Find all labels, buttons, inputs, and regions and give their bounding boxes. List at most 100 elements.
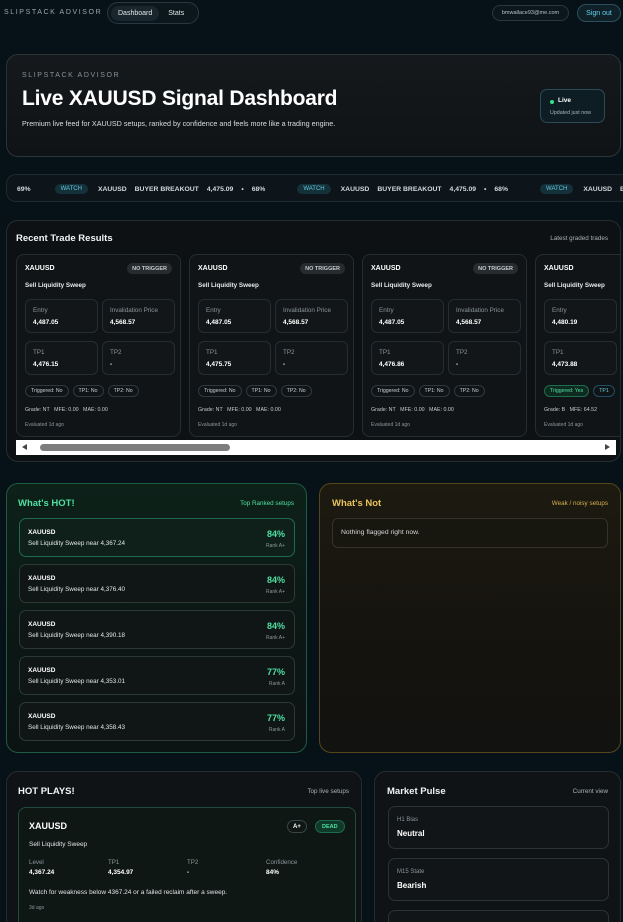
- tp2-chip: TP2: No: [280, 385, 312, 397]
- ticker-price: 4,475.09: [449, 185, 477, 193]
- ticker-track: 69% WATCH XAUUSD BUYER BREAKOUT 4,475.09…: [17, 175, 623, 201]
- ticker-symbol: XAUUSD: [340, 185, 370, 193]
- nav-tab-stats[interactable]: Stats: [161, 6, 191, 21]
- stat-value: -: [283, 361, 286, 368]
- stat-label: Entry: [379, 307, 394, 314]
- ticker-lead-pct: 69%: [17, 185, 31, 193]
- ticker-type: BUYER BREAKOUT: [134, 185, 199, 193]
- hot-list-item[interactable]: XAUUSD Sell Liquidity Sweep near 4,376.4…: [19, 564, 295, 603]
- hot-symbol: XAUUSD: [28, 713, 56, 720]
- ticker-lead: 69%: [17, 186, 55, 193]
- horizontal-scrollbar[interactable]: [16, 440, 616, 455]
- section-meta: Weak / noisy setups: [551, 500, 608, 507]
- play-setup: Sell Liquidity Sweep: [29, 841, 88, 848]
- grade-text: Grade: B: [544, 407, 566, 413]
- section-title: What's HOT!: [18, 498, 75, 509]
- trade-symbol: XAUUSD: [25, 265, 55, 272]
- hot-rank: Rank A+: [265, 589, 285, 595]
- hot-symbol: XAUUSD: [28, 667, 56, 674]
- stat-value: -: [456, 361, 459, 368]
- ticker-price: 4,475.09: [206, 185, 234, 193]
- market-pulse-panel: Market Pulse Current view H1 Bias Neutra…: [374, 771, 621, 922]
- hot-list-item[interactable]: XAUUSD Sell Liquidity Sweep near 4,358.4…: [19, 702, 295, 741]
- scroll-thumb[interactable]: [40, 444, 230, 451]
- field-value: 4,354.97: [108, 869, 134, 876]
- stat-value: -: [110, 361, 113, 368]
- stat-value: 4,475.75: [206, 361, 232, 368]
- section-meta: Top Ranked setups: [240, 500, 294, 507]
- field-label: TP2: [187, 859, 199, 866]
- live-status-box: Live Updated just now: [540, 89, 605, 123]
- stat-label: Entry: [206, 307, 221, 314]
- mfe-value: 0.00: [241, 407, 252, 413]
- scroll-left-arrow-icon[interactable]: [22, 444, 27, 450]
- stat-label: Invalidation Price: [283, 307, 331, 314]
- stat-label: TP2: [110, 349, 122, 356]
- hero-subtitle: Premium live feed for XAUUSD setups, ran…: [22, 119, 336, 128]
- status-badge: NO TRIGGER: [300, 263, 345, 274]
- entry-stat: Entry 4,480.19: [544, 299, 617, 333]
- play-card[interactable]: XAUUSD A+ DEAD Sell Liquidity Sweep Leve…: [18, 807, 356, 922]
- trade-symbol: XAUUSD: [371, 265, 401, 272]
- stat-label: TP1: [33, 349, 45, 356]
- sign-out-button[interactable]: Sign out: [577, 4, 621, 22]
- field-value: -: [187, 869, 190, 876]
- invalidation-stat: Invalidation Price 4,568.57: [275, 299, 348, 333]
- trade-card-row[interactable]: XAUUSD NO TRIGGER Sell Liquidity Sweep E…: [16, 254, 620, 438]
- trade-setup: Sell Liquidity Sweep: [198, 282, 259, 289]
- main-nav: Dashboard Stats: [107, 2, 199, 24]
- brand-logo[interactable]: SLIPSTACK ADVISOR: [4, 9, 102, 16]
- grade-text: Grade: NT: [371, 407, 396, 413]
- hot-rank: Rank A+: [265, 543, 285, 549]
- hot-list-item[interactable]: XAUUSD Sell Liquidity Sweep near 4,367.2…: [19, 518, 295, 557]
- hot-confidence: 84%: [266, 529, 285, 539]
- hot-symbol: XAUUSD: [28, 621, 56, 628]
- hero-panel: SLIPSTACK ADVISOR Live XAUUSD Signal Das…: [6, 54, 621, 157]
- stat-value: 4,487.05: [206, 319, 232, 326]
- ticker-pct: 68%: [494, 185, 509, 193]
- tp2-chip: TP2: No: [107, 385, 139, 397]
- level-field: Level 4,367.24: [29, 859, 54, 876]
- stat-label: Entry: [33, 307, 48, 314]
- watch-badge: WATCH: [540, 184, 574, 194]
- watch-badge: WATCH: [54, 184, 88, 194]
- hot-rank: Rank A: [268, 727, 285, 733]
- hot-symbol: XAUUSD: [28, 575, 56, 582]
- scroll-right-arrow-icon[interactable]: [605, 444, 610, 450]
- trade-setup: Sell Liquidity Sweep: [25, 282, 86, 289]
- tp1-stat: TP1 4,473.88: [544, 341, 617, 375]
- mae-label: MAE:: [83, 407, 96, 413]
- trade-symbol: XAUUSD: [544, 265, 574, 272]
- triggered-chip: Triggered: No: [198, 385, 242, 397]
- trade-card[interactable]: XAUUSD Sell Liquidity Sweep Entry 4,480.1…: [535, 254, 620, 437]
- status-badge: DEAD: [315, 820, 345, 833]
- page-title: Live XAUUSD Signal Dashboard: [22, 87, 338, 110]
- hot-list-item[interactable]: XAUUSD Sell Liquidity Sweep near 4,390.1…: [19, 610, 295, 649]
- tp1-chip: TP1: [593, 385, 615, 397]
- pulse-label: M15 State: [397, 869, 425, 875]
- hot-plays-panel: HOT PLAYS! Top live setups XAUUSD A+ DEA…: [6, 771, 362, 922]
- pulse-value: Bearish: [397, 881, 427, 890]
- hot-desc: Sell Liquidity Sweep near 4,390.18: [28, 632, 125, 639]
- nav-tab-dashboard[interactable]: Dashboard: [111, 5, 160, 21]
- grade-text: Grade: NT: [25, 407, 50, 413]
- trade-card[interactable]: XAUUSD NO TRIGGER Sell Liquidity Sweep E…: [362, 254, 527, 437]
- mae-value: 0.00: [270, 407, 281, 413]
- trade-symbol: XAUUSD: [198, 265, 228, 272]
- ticker-item: WATCH XAUUSD BUYER BREAKOUT: [540, 184, 623, 194]
- mae-label: MAE:: [429, 407, 442, 413]
- top-bar: SLIPSTACK ADVISOR Dashboard Stats bmwall…: [0, 0, 623, 30]
- entry-stat: Entry 4,487.05: [198, 299, 271, 333]
- tp1-chip: TP1: No: [245, 385, 277, 397]
- field-value: 84%: [266, 869, 280, 876]
- hot-list-item[interactable]: XAUUSD Sell Liquidity Sweep near 4,353.0…: [19, 656, 295, 695]
- tp1-stat: TP1 4,476.86: [371, 341, 444, 375]
- entry-stat: Entry 4,487.05: [25, 299, 98, 333]
- trade-card[interactable]: XAUUSD NO TRIGGER Sell Liquidity Sweep E…: [16, 254, 181, 437]
- play-time: 3d ago: [29, 905, 45, 911]
- trade-card[interactable]: XAUUSD NO TRIGGER Sell Liquidity Sweep E…: [189, 254, 354, 437]
- ticker-sep: •: [484, 185, 487, 193]
- ticker-sep: •: [241, 185, 244, 193]
- mfe-label: MFE:: [54, 407, 67, 413]
- hot-desc: Sell Liquidity Sweep near 4,353.01: [28, 678, 125, 685]
